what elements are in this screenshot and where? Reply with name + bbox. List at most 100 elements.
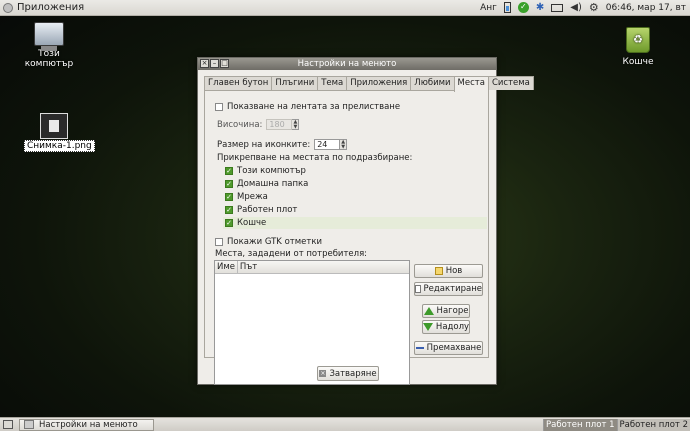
system-tray: Анг ✓ ✱ ◀) ⚙ 06:46, мар 17, вт [480,1,686,14]
place-network-checkbox[interactable]: ✓ [225,193,233,201]
scrollbar-checkbox[interactable] [215,103,223,111]
remove-button-label: Премахване [426,343,482,353]
tab-applications[interactable]: Приложения [346,76,412,90]
show-desktop-icon[interactable] [3,420,13,429]
table-column-name[interactable]: Име [215,261,238,273]
maximize-icon[interactable]: □ [220,59,229,68]
custom-places-heading: Места, зададени от потребителя: [215,249,367,259]
battery-icon[interactable] [503,2,511,13]
icon-size-spinner-arrows[interactable]: ▲ ▼ [340,139,348,150]
place-home-checkbox[interactable]: ✓ [225,180,233,188]
custom-places-label: Места, зададени от потребителя: [215,249,368,259]
menu-settings-window: × – □ Настройки на менюто Главен бутон П… [197,57,534,385]
top-panel: Приложения Анг ✓ ✱ ◀) ⚙ 06:46, мар 17, в… [0,0,690,16]
height-label: Височина: [217,119,263,130]
update-status-icon[interactable]: ✓ [517,2,529,13]
place-desktop-label: Работен плот [237,205,298,215]
new-button-label: Нов [445,266,463,276]
mail-icon[interactable] [551,3,564,12]
place-computer-checkbox[interactable]: ✓ [225,167,233,175]
desktop-icon-trash-label: Кошче [622,57,654,67]
close-icon: × [319,370,327,377]
settings-tabs: Главен бутон Плъгини Тема Приложения Люб… [204,76,534,92]
scrollbar-option[interactable]: Показване на лентата за прелистване [215,102,400,112]
gtk-bookmarks-checkbox[interactable] [215,238,223,246]
height-spinner-arrows: ▲ ▼ [292,119,300,130]
place-option-trash[interactable]: ✓ Кошче [223,217,487,229]
gtk-bookmarks-option[interactable]: Покажи GTK отметки [215,237,322,247]
pin-places-label: Прикрепване на местата по подразбиране: [217,153,413,163]
custom-places-table[interactable]: Име Път [214,260,410,385]
workspace-switcher: Работен плот 1 Работен плот 2 [543,418,690,431]
height-row: Височина: 180 ▲ ▼ [217,119,300,130]
bluetooth-icon[interactable]: ✱ [536,2,544,13]
up-button-label: Нагоре [436,306,469,316]
tab-system[interactable]: Система [487,76,534,90]
edit-button[interactable]: Редактиране [414,282,483,296]
place-option-home[interactable]: ✓ Домашна папка [225,179,308,189]
close-icon[interactable]: × [200,59,209,68]
ubuntu-logo-icon [3,2,13,13]
place-network-label: Мрежа [237,192,268,202]
trash-icon: ♻ [626,27,650,53]
window-title: Настройки на менюто [297,59,397,69]
gtk-bookmarks-label: Покажи GTK отметки [227,237,322,247]
place-trash-checkbox[interactable]: ✓ [225,219,233,227]
icon-size-value[interactable]: 24 [314,139,341,150]
table-header: Име Път [215,261,409,274]
icon-size-spinner[interactable]: 24 ▲ ▼ [314,139,348,150]
down-button-label: Надолу [435,322,470,332]
remove-icon [415,347,424,349]
tab-places[interactable]: Места [453,76,489,92]
scrollbar-label: Показване на лентата за прелистване [227,102,401,112]
place-trash-label: Кошче [237,218,267,228]
tab-main-button[interactable]: Главен бутон [204,76,273,90]
place-computer-label: Този компютър [237,166,306,176]
place-option-computer[interactable]: ✓ Този компютър [225,166,306,176]
icon-size-row: Размер на иконките: 24 ▲ ▼ [217,139,348,150]
keyboard-layout-indicator[interactable]: Анг [480,3,497,13]
desktop-icon-screenshot[interactable]: Снимка-1.png [24,113,95,152]
remove-button[interactable]: Премахване [414,341,483,355]
workspace-1[interactable]: Работен плот 1 [543,418,617,431]
desktop-icon-screenshot-label: Снимка-1.png [24,140,95,152]
desktop-icon-trash[interactable]: ♻ Кошче [617,27,659,67]
applications-menu[interactable]: Приложения [3,2,84,13]
close-button[interactable]: × Затваряне [317,366,379,381]
down-button[interactable]: Надолу [422,320,470,334]
arrow-up-icon [423,307,434,315]
desktop-icon-computer-label: Този компютър [24,49,74,69]
place-desktop-checkbox[interactable]: ✓ [225,206,233,214]
up-button[interactable]: Нагоре [422,304,470,318]
image-file-icon [40,113,68,139]
tab-theme[interactable]: Тема [317,76,348,90]
workspace-2[interactable]: Работен плот 2 [616,418,690,431]
tab-plugins[interactable]: Плъгини [271,76,319,90]
computer-icon [34,22,64,51]
window-icon [24,420,34,429]
applications-menu-label: Приложения [17,2,85,13]
icon-size-label: Размер на иконките: [217,139,311,150]
minimize-icon[interactable]: – [210,59,219,68]
taskbar-window-label: Настройки на менюто [39,419,138,430]
desktop-icon-computer[interactable]: Този компютър [14,22,84,69]
window-titlebar[interactable]: × – □ Настройки на менюто [198,58,496,70]
table-column-path[interactable]: Път [238,261,409,273]
tab-favorites[interactable]: Любими [410,76,455,90]
volume-icon[interactable]: ◀) [570,2,582,13]
height-value: 180 [266,119,293,130]
place-option-desktop[interactable]: ✓ Работен плот [225,205,297,215]
height-spinner: 180 ▲ ▼ [266,119,300,130]
new-folder-icon [434,267,443,275]
clock[interactable]: 06:46, мар 17, вт [606,3,686,13]
gear-icon[interactable]: ⚙ [589,1,599,14]
place-option-network[interactable]: ✓ Мрежа [225,192,268,202]
taskbar-window-button[interactable]: Настройки на менюто [19,418,154,431]
pin-places-heading: Прикрепване на местата по подразбиране: [217,153,412,163]
edit-button-label: Редактиране [423,284,482,294]
new-button[interactable]: Нов [414,264,483,278]
bottom-panel: Настройки на менюто Работен плот 1 Работ… [0,417,690,431]
place-home-label: Домашна папка [237,179,309,189]
edit-icon [415,285,421,293]
arrow-down-icon [422,323,433,331]
